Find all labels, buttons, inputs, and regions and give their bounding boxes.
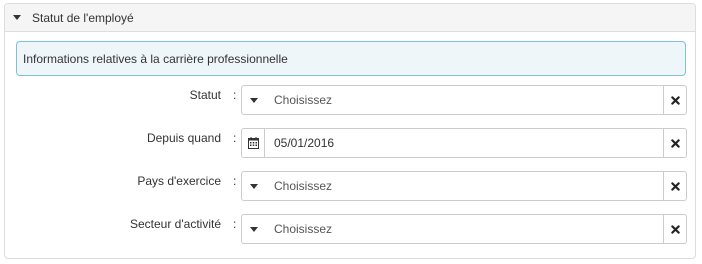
field-row-statut: Statut : Choisissez [5, 85, 695, 115]
field-row-pays-exercice: Pays d'exercice : Choisissez [5, 171, 695, 201]
chevron-down-icon[interactable] [242, 172, 265, 200]
field-row-secteur-activite: Secteur d'activité : Choisissez [5, 214, 695, 244]
field-row-depuis-quand: Depuis quand : 05/01/2016 [5, 128, 695, 158]
clear-icon[interactable] [663, 86, 686, 114]
info-box: Informations relatives à la carrière pro… [16, 41, 686, 76]
pays-exercice-select[interactable]: Choisissez [241, 171, 687, 201]
field-label-depuis-quand: Depuis quand [146, 131, 221, 145]
field-label-pays-exercice: Pays d'exercice [137, 174, 221, 188]
clear-icon[interactable] [663, 172, 686, 200]
panel-title: Statut de l'employé [32, 10, 134, 25]
chevron-down-icon[interactable] [242, 86, 265, 114]
secteur-activite-select[interactable]: Choisissez [241, 214, 687, 244]
clear-icon[interactable] [663, 129, 686, 157]
clear-icon[interactable] [663, 215, 686, 243]
field-colon: : [233, 131, 237, 145]
chevron-down-icon[interactable] [242, 215, 265, 243]
collapse-caret-icon[interactable] [13, 15, 21, 20]
depuis-quand-date-input[interactable]: 05/01/2016 [241, 128, 687, 158]
statut-select-value: Choisissez [274, 93, 333, 107]
field-colon: : [233, 88, 237, 102]
panel-header[interactable]: Statut de l'employé [5, 4, 695, 32]
field-colon: : [233, 174, 237, 188]
pays-exercice-select-value: Choisissez [274, 179, 333, 193]
depuis-quand-value: 05/01/2016 [274, 136, 335, 150]
employee-status-panel: Statut de l'employé Informations relativ… [4, 3, 696, 259]
calendar-icon[interactable] [242, 129, 265, 157]
field-label-statut: Statut [189, 88, 221, 102]
info-text: Informations relatives à la carrière pro… [23, 51, 288, 66]
field-label-secteur-activite: Secteur d'activité [129, 217, 221, 231]
field-colon: : [233, 217, 237, 231]
secteur-activite-select-value: Choisissez [274, 222, 333, 236]
statut-select[interactable]: Choisissez [241, 85, 687, 115]
